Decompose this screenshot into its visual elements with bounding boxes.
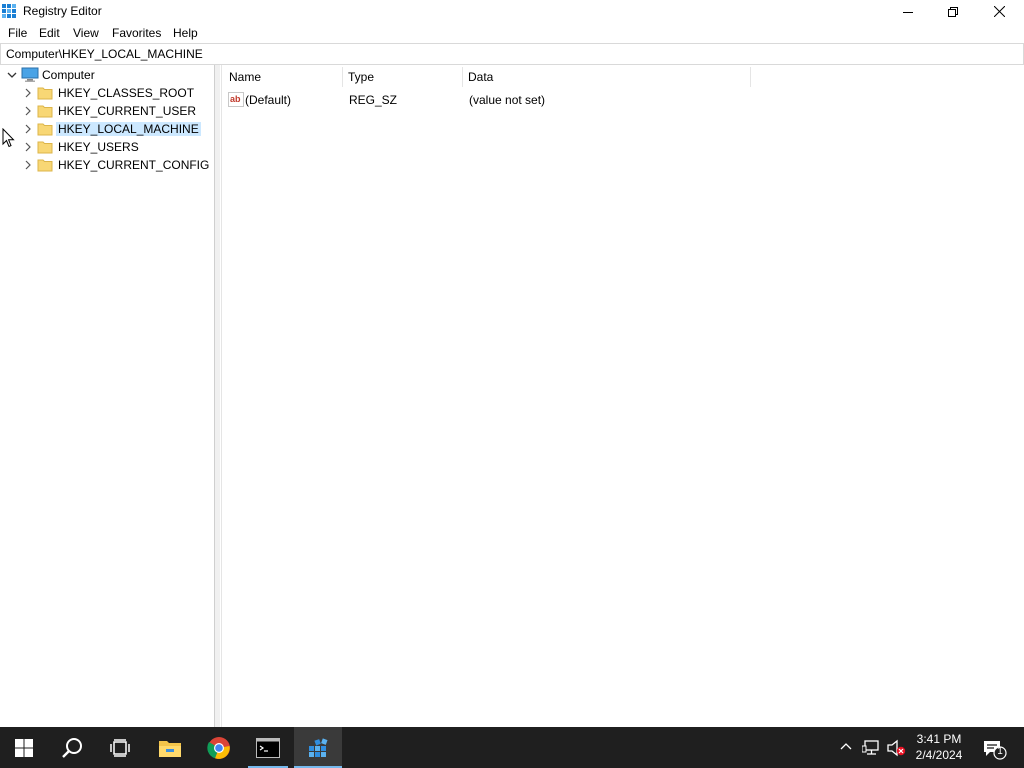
task-view-button[interactable] <box>96 727 144 768</box>
tree-node-hkey-users[interactable]: HKEY_USERS <box>0 138 214 156</box>
menu-bar: File Edit View Favorites Help <box>0 23 1024 43</box>
notification-count: 1 <box>997 746 1003 757</box>
column-divider[interactable] <box>462 67 463 87</box>
tree-node-label: HKEY_LOCAL_MACHINE <box>56 122 201 136</box>
folder-icon <box>37 105 53 118</box>
value-type: REG_SZ <box>349 93 398 107</box>
column-divider[interactable] <box>750 67 751 87</box>
address-path[interactable]: Computer\HKEY_LOCAL_MACHINE <box>6 47 203 61</box>
close-button[interactable] <box>976 0 1022 23</box>
column-header-data[interactable]: Data <box>468 70 493 84</box>
chevron-right-icon[interactable] <box>23 160 33 170</box>
taskbar: 3:41 PM 2/4/2024 1 <box>0 727 1024 768</box>
svg-text:ab: ab <box>230 94 241 104</box>
chevron-up-icon[interactable] <box>840 742 852 750</box>
command-prompt-taskbar-button[interactable] <box>244 727 292 768</box>
pane-splitter[interactable] <box>215 65 220 727</box>
registry-editor-taskbar-button[interactable] <box>294 727 342 768</box>
tree-node-label: Computer <box>42 68 95 82</box>
address-bar[interactable]: Computer\HKEY_LOCAL_MACHINE <box>0 43 1024 65</box>
menu-edit[interactable]: Edit <box>39 26 60 40</box>
menu-favorites[interactable]: Favorites <box>112 26 161 40</box>
folder-icon <box>37 159 53 172</box>
notification-center-button[interactable]: 1 <box>980 735 1008 763</box>
folder-icon <box>37 87 53 100</box>
clock-date: 2/4/2024 <box>915 748 963 762</box>
menu-help[interactable]: Help <box>173 26 198 40</box>
clock-time: 3:41 PM <box>916 732 962 746</box>
tree-node-label: HKEY_CURRENT_CONFIG <box>58 158 210 172</box>
tree-node-hkey-classes-root[interactable]: HKEY_CLASSES_ROOT <box>0 84 214 102</box>
column-header-type[interactable]: Type <box>348 70 374 84</box>
mouse-cursor-icon <box>2 128 15 148</box>
start-icon <box>15 738 33 757</box>
values-list[interactable]: Name Type Data ab (Default) REG_SZ (valu… <box>221 65 1024 727</box>
chevron-right-icon[interactable] <box>23 88 33 98</box>
chrome-icon <box>207 736 230 759</box>
tree-node-hkey-current-user[interactable]: HKEY_CURRENT_USER <box>0 102 214 120</box>
key-tree[interactable]: Computer HKEY_CLASSES_ROOT HKEY_CURRENT_… <box>0 65 215 727</box>
network-icon[interactable] <box>862 740 880 756</box>
clock[interactable]: 3:41 PM 2/4/2024 <box>905 731 973 763</box>
task-view-icon <box>110 738 130 757</box>
value-name: (Default) <box>245 93 292 107</box>
value-row[interactable]: ab (Default) REG_SZ (value not set) <box>226 91 966 109</box>
command-prompt-icon <box>256 737 280 758</box>
restore-icon <box>948 6 958 17</box>
chevron-right-icon[interactable] <box>23 124 33 134</box>
menu-file[interactable]: File <box>8 26 27 40</box>
menu-view[interactable]: View <box>73 26 99 40</box>
registry-editor-icon <box>2 4 16 18</box>
chevron-right-icon[interactable] <box>23 142 33 152</box>
close-icon <box>993 6 1005 17</box>
column-header-name[interactable]: Name <box>229 70 261 84</box>
file-explorer-taskbar-button[interactable] <box>146 727 194 768</box>
tree-node-label: HKEY_USERS <box>58 140 139 154</box>
minimize-button[interactable] <box>885 0 931 23</box>
start-button[interactable] <box>0 727 48 768</box>
folder-icon <box>37 141 53 154</box>
search-icon <box>62 737 82 758</box>
registry-editor-icon <box>309 737 328 757</box>
tree-node-hkey-local-machine[interactable]: HKEY_LOCAL_MACHINE <box>0 120 214 138</box>
value-data: (value not set) <box>469 93 546 107</box>
computer-icon <box>21 67 39 82</box>
chevron-right-icon[interactable] <box>23 106 33 116</box>
tree-node-label: HKEY_CLASSES_ROOT <box>58 86 195 100</box>
search-button[interactable] <box>48 727 96 768</box>
folder-icon <box>37 123 53 136</box>
minimize-icon <box>903 11 913 13</box>
column-divider[interactable] <box>342 67 343 87</box>
tree-node-label: HKEY_CURRENT_USER <box>58 104 197 118</box>
restore-button[interactable] <box>930 0 976 23</box>
tree-node-computer[interactable]: Computer <box>0 66 214 84</box>
window-title: Registry Editor <box>23 4 102 18</box>
chrome-taskbar-button[interactable] <box>195 727 243 768</box>
string-value-icon: ab <box>228 92 244 107</box>
tree-node-hkey-current-config[interactable]: HKEY_CURRENT_CONFIG <box>0 156 214 174</box>
chevron-down-icon[interactable] <box>7 70 17 80</box>
volume-muted-icon[interactable] <box>886 739 906 757</box>
file-explorer-icon <box>159 740 181 757</box>
title-bar[interactable]: Registry Editor <box>0 0 1024 23</box>
